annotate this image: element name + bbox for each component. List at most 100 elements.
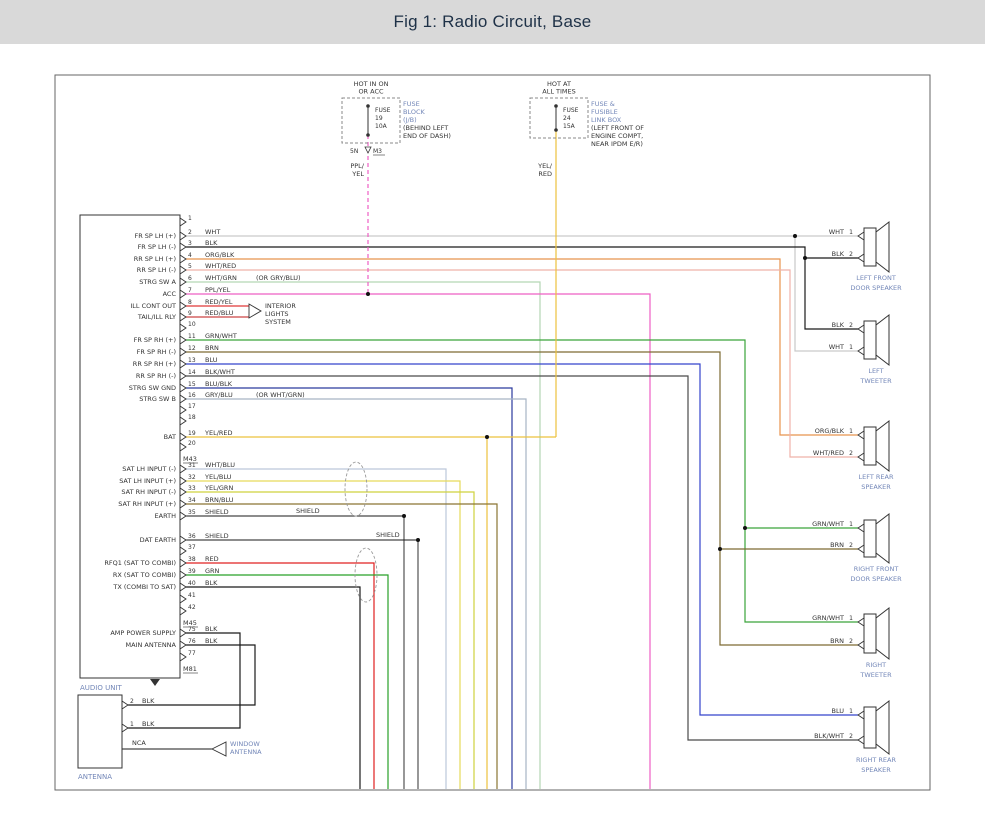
pin-label: AMP POWER SUPPLY [110,629,176,637]
speaker-label: RIGHT [866,661,886,669]
pin-label: SAT RH INPUT (+) [118,500,176,508]
pin-number: 6 [188,275,192,282]
wire-name: BLK [205,637,218,645]
fuse-connector-id: M3 [373,148,382,155]
speaker-pin-number: 1 [849,521,853,528]
fuse-header: OR ACC [358,88,384,96]
pin-number: 36 [188,533,196,540]
shield-label: SHIELD [296,507,320,515]
pin-number: 15 [188,381,196,388]
wire-name: WHT/RED [813,449,844,457]
wire-name: RED/YEL [205,298,233,306]
pin-label: FR SP RH (-) [137,348,176,356]
wire-name: BLK/WHT [814,732,844,740]
pin-number: 34 [188,497,196,504]
wire-name: WHT/GRN [205,274,237,282]
wire-name: PPL/YEL [205,286,231,294]
fuse-location-label: FUSIBLE [591,108,618,116]
wire-name: GRN/WHT [205,332,237,340]
wire-name: ORG/BLK [815,427,845,435]
pin-label: BAT [164,433,176,441]
fuse-number: 19 [375,115,383,122]
wire-name: BLU/BLK [205,380,233,388]
wire-name: SHIELD [205,532,229,540]
interior-lights-label: SYSTEM [265,318,291,326]
fuse-word: FUSE [563,107,579,114]
wire-name-alt: (OR WHT/GRN) [256,391,305,399]
pin-label: STRG SW A [139,278,176,286]
wire-name: GRN/WHT [812,614,844,622]
speaker-pin-number: 1 [849,615,853,622]
pin-number: 5 [188,263,192,270]
fuse-location-label: (J/B) [403,116,417,124]
pin-number: 4 [188,252,192,259]
pin-number: 17 [188,403,196,410]
fuse-terminal [366,133,370,137]
interior-lights-label: LIGHTS [265,310,289,318]
pin-label: RR SP LH (-) [137,266,176,274]
wire-name: GRN/WHT [812,520,844,528]
wire-name: YEL/RED [204,429,233,437]
junction-dot [366,292,370,296]
fuse-terminal [554,104,558,108]
pin-label: FR SP LH (-) [138,243,176,251]
speaker-pin-number: 1 [849,708,853,715]
pin-label: EARTH [155,512,177,520]
nca-label: NCA [132,739,146,747]
fuse-location-label: LINK BOX [591,116,622,124]
pin-label: RFQ1 (SAT TO COMBI) [104,559,176,567]
speaker-pin-number: 2 [849,638,853,645]
speaker-label: DOOR SPEAKER [850,575,902,583]
pin-number: 16 [188,392,196,399]
speaker-pin-number: 2 [849,542,853,549]
wire-name: WHT [205,228,220,236]
wire-name: SHIELD [205,508,229,516]
wire-name: BRN [205,344,219,352]
pin-number: 11 [188,333,196,340]
pin-number: 39 [188,568,196,575]
wire-name: BLK/WHT [205,368,235,376]
fuse-header: ALL TIMES [542,88,575,96]
speaker-label: RIGHT REAR [856,756,896,764]
pin-label: FR SP RH (+) [134,336,176,344]
pin-number: 76 [188,638,196,645]
fuse-wire-label: YEL [351,170,364,178]
wire-name: WHT/BLU [205,461,235,469]
pin-number: 1 [188,215,192,222]
speaker-pin-number: 1 [849,229,853,236]
fuse-location-label: BLOCK [403,108,426,116]
wire-name: RED [205,555,219,563]
fuse-word: FUSE [375,107,391,114]
fuse-location-label: FUSE & [591,100,615,108]
speaker-label: TWEETER [859,377,892,385]
wire-name: BLU [205,356,218,364]
fuse-wire-label: PPL/ [350,162,364,170]
speaker-label: RIGHT FRONT [854,565,899,573]
wire-name: BLK [205,625,218,633]
pin-label: RX (SAT TO COMBI) [113,571,176,579]
wire-name: WHT/RED [205,262,236,270]
fuse-amps: 15A [563,123,576,130]
fuse-amps: 10A [375,123,388,130]
junction-dot [743,526,747,530]
pin-label: RR SP RH (+) [133,360,176,368]
pin-number: 38 [188,556,196,563]
pin-number: 12 [188,345,196,352]
junction-dot [402,514,406,518]
pin-number: 35 [188,509,196,516]
junction-dot [803,256,807,260]
wire-name: GRY/BLU [205,391,233,399]
pin-label: STRG SW B [139,395,176,403]
window-antenna-label: ANTENNA [230,748,262,756]
wire-name: GRN [205,567,220,575]
wire-name: BLU [831,707,844,715]
pin-number: 41 [188,592,196,599]
pin-label: FR SP LH (+) [134,232,176,240]
diagram-border [55,75,930,790]
wire-name: WHT [829,343,844,351]
pin-label: ILL CONT OUT [130,302,176,310]
speaker-label: LEFT [868,367,883,375]
speaker-pin-number: 2 [849,322,853,329]
wire-name: BRN [830,541,844,549]
pin-number: 75 [188,626,196,633]
